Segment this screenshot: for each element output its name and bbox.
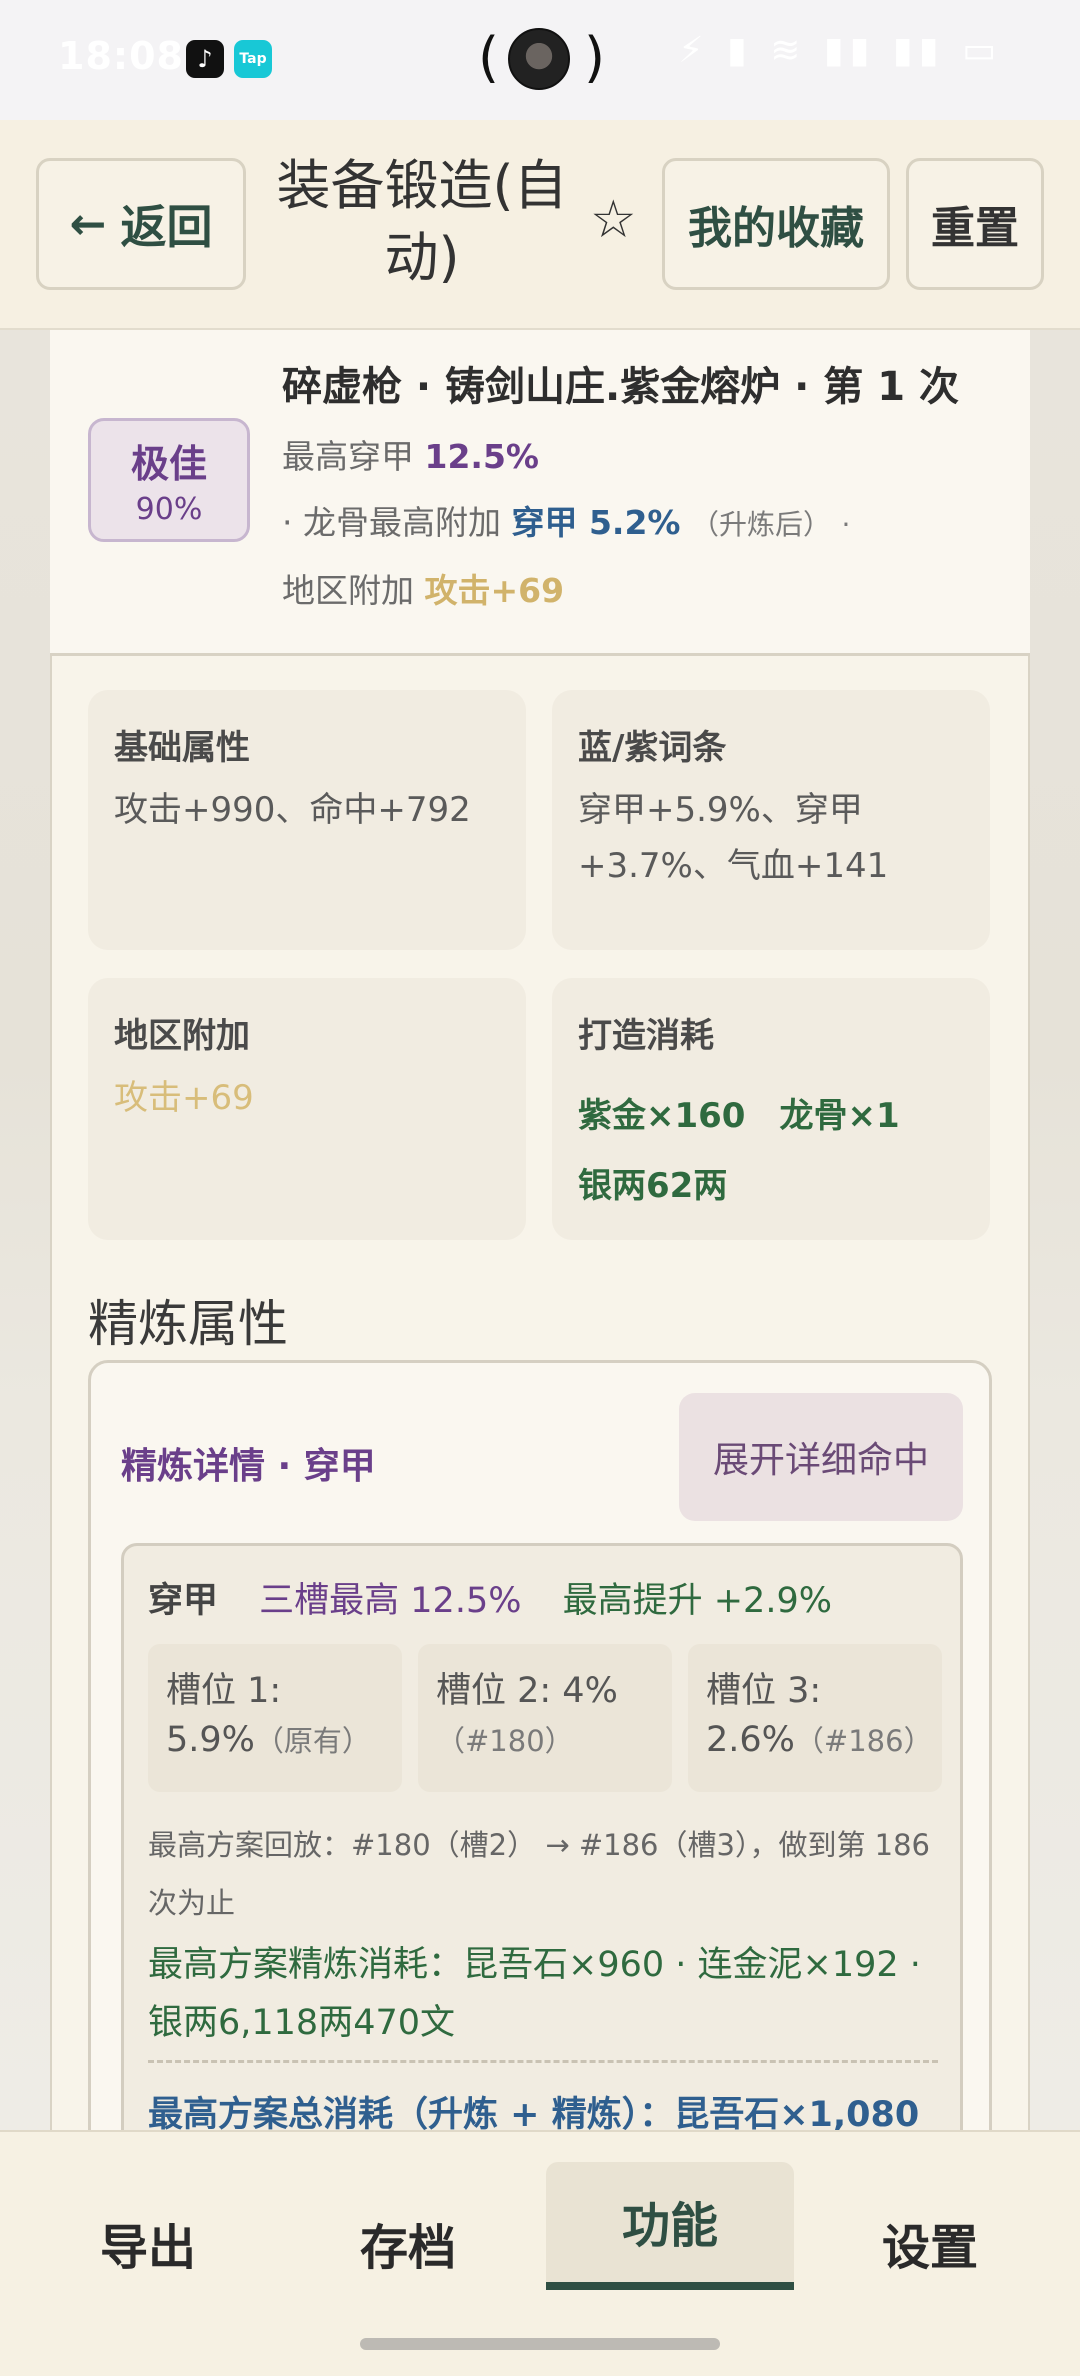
expand-details-button[interactable]: 展开详细命中 (679, 1393, 963, 1521)
region-bonus-box: 地区附加 攻击+69 (88, 978, 526, 1240)
result-title: 碎虚枪 · 铸剑山庄.紫金熔炉 · 第 1 次 (282, 364, 959, 410)
slot-summary-label: 穿甲 (148, 1581, 219, 1621)
base-attributes-box: 基础属性 攻击+990、命中+792 (88, 690, 526, 950)
nav-settings[interactable]: 设置 (830, 2208, 1030, 2278)
star-icon[interactable]: ☆ (590, 190, 637, 250)
dragon-note: （升炼后） (691, 508, 832, 541)
slot-value: 5.9% (166, 1720, 255, 1760)
region-bonus-line: 地区附加 攻击+69 (282, 564, 564, 612)
best-plan-refine-cost: 最高方案精炼消耗：昆吾石×960 · 连金泥×192 · 银两6,118两470… (148, 1945, 921, 2043)
slot-label: 槽位 3: (706, 1671, 822, 1711)
back-button[interactable]: ← 返回 (36, 158, 246, 290)
slot-label: 槽位 2: 4% (436, 1671, 618, 1711)
forge-cost-title: 打造消耗 (578, 1016, 714, 1056)
slot-summary: 穿甲 三槽最高 12.5% 最高提升 +2.9% (148, 1572, 832, 1623)
status-icons: ⚡ ▮ ≋ ▮▮ ▮▮ ▭ (678, 30, 1002, 71)
max-armor-label: 最高穿甲 (282, 437, 414, 476)
favorites-button[interactable]: 我的收藏 (662, 158, 890, 290)
forge-cost-line1: 紫金×160 龙骨×1 (578, 1096, 900, 1136)
slot-summary-gain: 最高提升 +2.9% (562, 1581, 832, 1621)
slot-value-line: 2.6%（#186） (706, 1718, 933, 1760)
taptap-icon: Tap (234, 40, 272, 78)
slot-note: （原有） (254, 1724, 371, 1758)
dragon-bonus-line: · 龙骨最高附加 穿甲 5.2% （升炼后） · (282, 496, 850, 544)
slot-2: 槽位 2: 4% （#180） (418, 1644, 672, 1792)
affix-box: 蓝/紫词条 穿甲+5.9%、穿甲+3.7%、气血+141 (552, 690, 990, 950)
affix-body: 穿甲+5.9%、穿甲+3.7%、气血+141 (578, 790, 889, 886)
base-attributes-title: 基础属性 (114, 728, 250, 768)
slot-note: （#186） (794, 1724, 933, 1758)
grade-percent: 90% (135, 492, 203, 527)
dragon-label: · 龙骨最高附加 (282, 503, 501, 542)
status-bar: 18:08 ♪ Tap ( ) ⚡ ▮ ≋ ▮▮ ▮▮ ▭ (0, 0, 1080, 120)
slot-summary-max: 三槽最高 12.5% (259, 1581, 522, 1621)
refine-detail-title: 精炼详情 · 穿甲 (121, 1446, 376, 1487)
back-label: 返回 (120, 200, 213, 254)
region-bonus-title: 地区附加 (114, 1016, 250, 1056)
max-armor-value: 12.5% (424, 437, 540, 476)
refine-section-title: 精炼属性 (88, 1295, 288, 1353)
home-indicator[interactable] (360, 2338, 720, 2350)
max-armor-line: 最高穿甲 12.5% (282, 430, 539, 478)
grade-label: 极佳 (130, 442, 207, 486)
slot-value: 2.6% (706, 1720, 795, 1760)
best-plan-replay: 最高方案回放：#180（槽2） → #186（槽3），做到第 186 次为止 (148, 1828, 931, 1920)
forge-result-card: 碎虚枪 · 铸剑山庄.紫金熔炉 · 第 1 次 极佳 90% 最高穿甲 12.5… (50, 330, 1030, 656)
region-label: 地区附加 (282, 571, 414, 610)
dragon-value: 穿甲 5.2% (511, 503, 681, 542)
status-paren-right: ) (584, 26, 606, 89)
slot-value-line: （#180） (436, 1718, 574, 1760)
slot-1: 槽位 1: 5.9%（原有） (148, 1644, 402, 1792)
slot-value-line: 5.9%（原有） (166, 1718, 371, 1760)
slot-label: 槽位 1: (166, 1671, 282, 1711)
region-bonus-body: 攻击+69 (114, 1078, 254, 1118)
forge-cost-line2: 银两62两 (578, 1166, 728, 1206)
nav-export[interactable]: 导出 (48, 2208, 248, 2278)
arrow-left-icon: ← (69, 198, 107, 250)
reset-button[interactable]: 重置 (906, 158, 1044, 290)
status-time: 18:08 (58, 34, 184, 78)
app-header: ← 返回 装备锻造(自动) ☆ 我的收藏 重置 (0, 120, 1080, 330)
forge-cost-box: 打造消耗 紫金×160 龙骨×1 银两62两 (552, 978, 990, 1240)
tiktok-icon: ♪ (186, 40, 224, 78)
nav-function[interactable]: 功能 (546, 2162, 794, 2290)
region-value: 攻击+69 (424, 571, 565, 610)
slot-note: （#180） (436, 1724, 574, 1758)
slot-card: 穿甲 三槽最高 12.5% 最高提升 +2.9% 槽位 1: 5.9%（原有） … (121, 1543, 963, 2183)
refine-card: 精炼详情 · 穿甲 展开详细命中 穿甲 三槽最高 12.5% 最高提升 +2.9… (88, 1360, 992, 2183)
dragon-suffix: · (841, 508, 851, 541)
status-paren-left: ( (478, 26, 500, 89)
nav-save[interactable]: 存档 (308, 2208, 508, 2278)
slot-3: 槽位 3: 2.6%（#186） (688, 1644, 942, 1792)
divider (148, 2060, 938, 2063)
grade-badge: 极佳 90% (88, 418, 250, 542)
avatar (508, 28, 570, 90)
page-title: 装备锻造(自动) (276, 154, 568, 289)
affix-title: 蓝/紫词条 (578, 728, 727, 768)
base-attributes-body: 攻击+990、命中+792 (114, 790, 471, 830)
